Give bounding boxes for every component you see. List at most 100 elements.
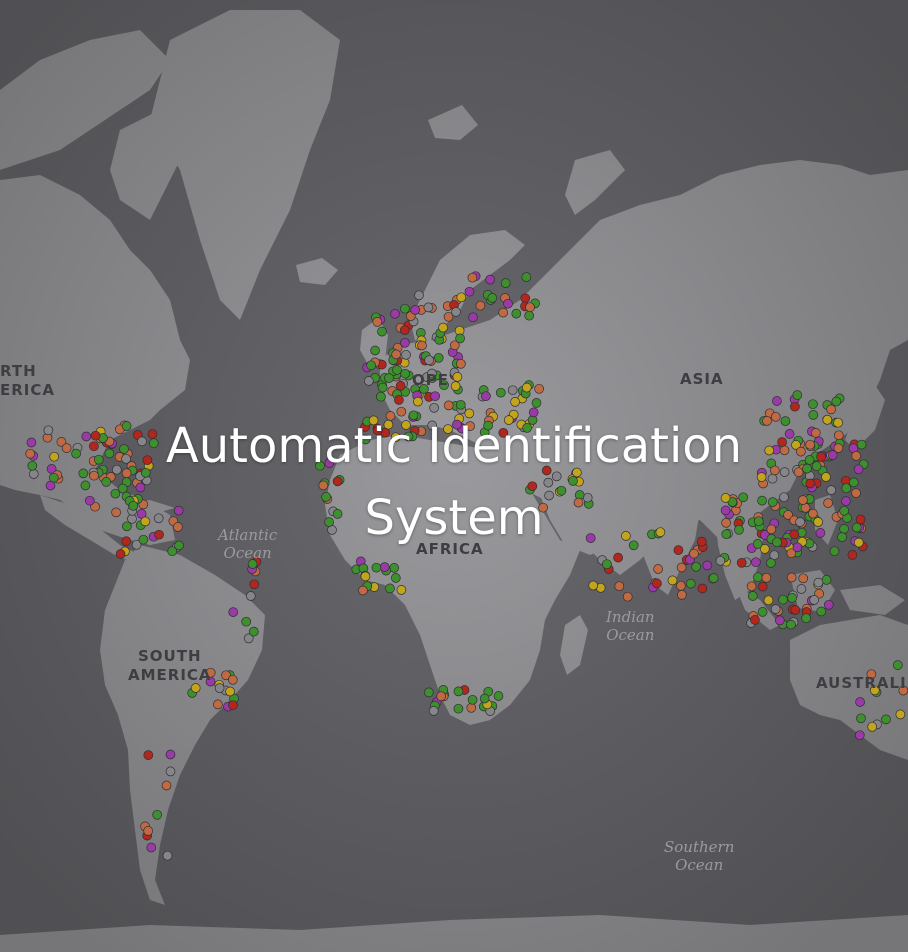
vessel-marker[interactable] — [400, 303, 410, 314]
vessel-marker[interactable] — [702, 560, 713, 571]
vessel-marker[interactable] — [867, 721, 878, 732]
vessel-marker[interactable] — [757, 607, 768, 617]
vessel-marker[interactable] — [503, 298, 513, 309]
vessel-marker[interactable] — [227, 674, 238, 685]
vessel-marker[interactable] — [245, 591, 256, 601]
vessel-marker[interactable] — [372, 317, 383, 327]
vessel-marker[interactable] — [813, 577, 824, 588]
vessel-marker[interactable] — [214, 683, 225, 693]
vessel-marker[interactable] — [761, 572, 772, 583]
vessel-marker[interactable] — [358, 585, 368, 596]
vessel-marker[interactable] — [162, 850, 173, 861]
vessel-marker[interactable] — [770, 604, 781, 614]
vessel-marker[interactable] — [520, 293, 531, 304]
vessel-marker[interactable] — [524, 310, 535, 321]
vessel-marker[interactable] — [766, 558, 776, 568]
vessel-marker[interactable] — [753, 572, 763, 583]
vessel-marker[interactable] — [371, 562, 382, 573]
vessel-marker[interactable] — [790, 605, 801, 615]
vessel-marker[interactable] — [152, 809, 163, 820]
vessel-marker[interactable] — [750, 615, 760, 625]
vessel-marker[interactable] — [413, 396, 423, 407]
vessel-marker[interactable] — [468, 312, 478, 323]
vessel-marker[interactable] — [392, 365, 402, 375]
vessel-marker[interactable] — [467, 694, 478, 705]
vessel-marker[interactable] — [391, 349, 402, 360]
vessel-marker[interactable] — [485, 274, 495, 285]
vessel-marker[interactable] — [613, 552, 623, 563]
vessel-marker[interactable] — [249, 579, 260, 590]
vessel-marker[interactable] — [452, 372, 463, 382]
vessel-marker[interactable] — [481, 391, 491, 402]
vessel-marker[interactable] — [588, 580, 599, 591]
vessel-marker[interactable] — [697, 583, 708, 594]
vessel-marker[interactable] — [736, 557, 747, 568]
vessel-marker[interactable] — [747, 591, 758, 601]
vessel-marker[interactable] — [895, 709, 906, 720]
vessel-marker[interactable] — [479, 693, 490, 704]
vessel-marker[interactable] — [399, 325, 410, 336]
vessel-marker[interactable] — [466, 702, 477, 713]
vessel-marker[interactable] — [507, 385, 518, 396]
vessel-marker[interactable] — [786, 619, 796, 630]
vessel-marker[interactable] — [390, 308, 400, 319]
vessel-marker[interactable] — [510, 397, 520, 407]
vessel-marker[interactable] — [456, 292, 467, 303]
vessel-marker[interactable] — [475, 300, 486, 311]
vessel-marker[interactable] — [622, 591, 633, 602]
vessel-marker[interactable] — [816, 606, 827, 617]
vessel-marker[interactable] — [417, 340, 427, 351]
vessel-marker[interactable] — [394, 395, 404, 405]
vessel-marker[interactable] — [228, 700, 238, 711]
vessel-marker[interactable] — [424, 355, 434, 366]
vessel-marker[interactable] — [453, 686, 464, 697]
vessel-marker[interactable] — [798, 573, 809, 584]
vessel-marker[interactable] — [691, 561, 701, 572]
vessel-marker[interactable] — [146, 842, 157, 853]
vessel-marker[interactable] — [534, 383, 544, 394]
vessel-marker[interactable] — [531, 398, 542, 408]
vessel-marker[interactable] — [213, 699, 223, 710]
vessel-marker[interactable] — [808, 399, 818, 410]
vessel-marker[interactable] — [677, 589, 687, 600]
vessel-marker[interactable] — [892, 660, 903, 670]
vessel-marker[interactable] — [376, 391, 386, 402]
vessel-marker[interactable] — [763, 595, 774, 606]
vessel-marker[interactable] — [614, 581, 625, 592]
vessel-marker[interactable] — [366, 360, 376, 371]
vessel-marker[interactable] — [521, 272, 532, 282]
vessel-marker[interactable] — [451, 307, 461, 317]
vessel-marker[interactable] — [377, 326, 387, 337]
vessel-marker[interactable] — [521, 382, 532, 393]
vessel-marker[interactable] — [653, 564, 663, 574]
vessel-marker[interactable] — [363, 376, 374, 386]
vessel-marker[interactable] — [772, 396, 782, 406]
vessel-marker[interactable] — [377, 382, 388, 393]
world-map[interactable]: RTH ERICA OPE ASIA AFRICA SOUTH AMERICA … — [0, 0, 908, 952]
vessel-marker[interactable] — [414, 290, 424, 301]
vessel-marker[interactable] — [493, 691, 504, 701]
vessel-marker[interactable] — [500, 278, 511, 288]
vessel-marker[interactable] — [379, 562, 390, 572]
vessel-marker[interactable] — [856, 713, 866, 724]
vessel-marker[interactable] — [161, 780, 172, 791]
vessel-marker[interactable] — [831, 396, 842, 407]
vessel-marker[interactable] — [525, 302, 535, 313]
vessel-marker[interactable] — [652, 578, 662, 589]
vessel-marker[interactable] — [792, 390, 803, 400]
vessel-marker[interactable] — [401, 349, 411, 360]
vessel-marker[interactable] — [453, 703, 464, 714]
vessel-marker[interactable] — [467, 272, 478, 283]
vessel-marker[interactable] — [225, 686, 235, 697]
vessel-marker[interactable] — [228, 607, 239, 617]
vessel-marker[interactable] — [241, 616, 252, 627]
vessel-marker[interactable] — [676, 562, 687, 573]
vessel-marker[interactable] — [854, 730, 865, 741]
vessel-marker[interactable] — [757, 581, 768, 592]
vessel-marker[interactable] — [801, 613, 811, 624]
vessel-marker[interactable] — [498, 307, 508, 318]
vessel-marker[interactable] — [395, 381, 406, 391]
vessel-marker[interactable] — [708, 573, 719, 583]
vessel-marker[interactable] — [464, 286, 475, 297]
vessel-marker[interactable] — [385, 583, 395, 594]
